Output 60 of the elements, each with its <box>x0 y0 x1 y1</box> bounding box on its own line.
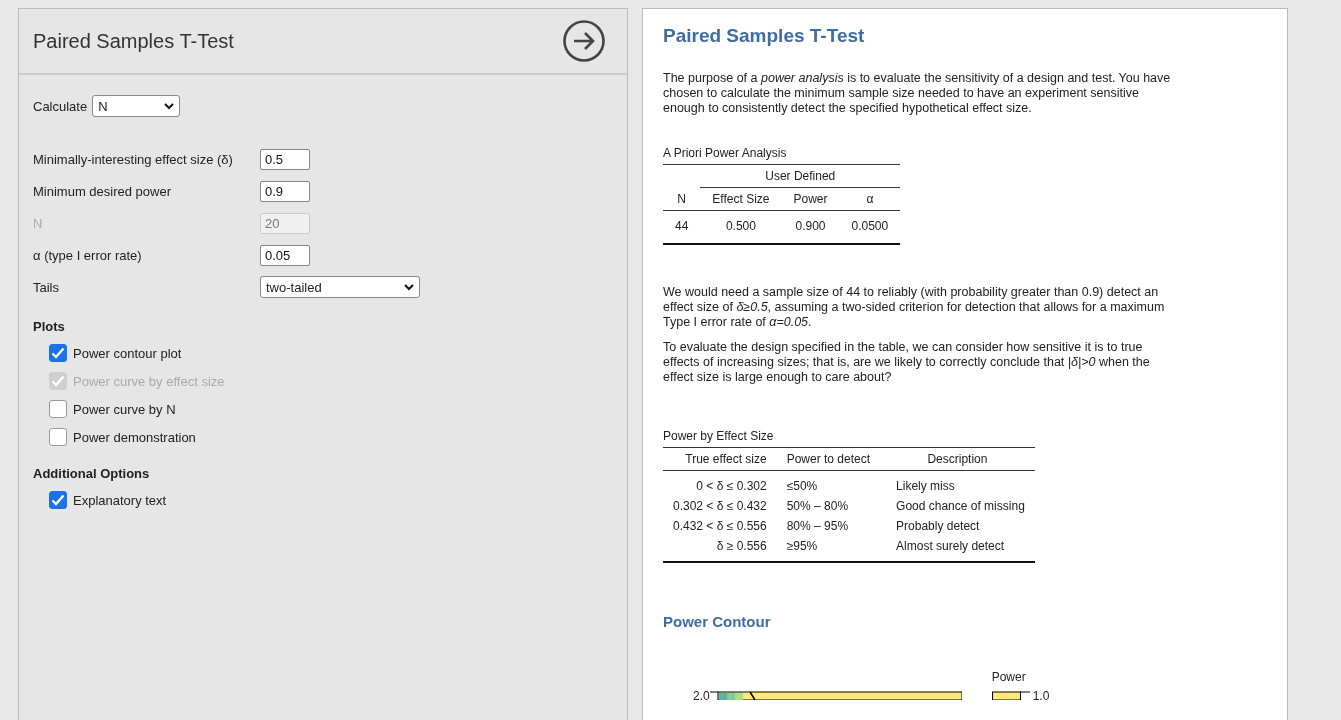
calculate-dropdown[interactable]: N <box>92 95 181 117</box>
column-header: N <box>663 187 701 211</box>
table-cell: Almost surely detect <box>880 536 1035 562</box>
table-cell-text: 0.432 < δ ≤ 0.556 <box>672 518 768 535</box>
column-header: True effect size <box>663 447 777 471</box>
table-cell-text: Probably detect <box>895 518 981 535</box>
field-label: Minimally-interesting effect size (δ) <box>33 151 234 167</box>
intro-paragraph: The purpose of a power analysis is to evaluate the sensitivity of a design and test. You have chosen to calculate the minimum sample size needed to have an experiment sensitive enough to consistently detect the specified hypothetical effect size. <box>663 71 1172 116</box>
table-cell: 0 < δ ≤ 0.302 <box>663 470 777 496</box>
input-field[interactable]: 0.05 <box>260 244 310 266</box>
section-heading: Additional Options <box>33 466 151 481</box>
section-title: Power Contour <box>663 613 772 630</box>
table-cell-text: 0.302 < δ ≤ 0.432 <box>672 498 768 515</box>
column-header: Description <box>880 447 1035 471</box>
calculate-label: Calculate <box>33 98 88 114</box>
column-header: Power <box>781 187 840 211</box>
table-cell: 0.900 <box>781 210 840 244</box>
checkbox[interactable] <box>49 428 67 446</box>
table-cell: 44 <box>663 210 701 244</box>
table-cell: ≤50% <box>776 470 881 496</box>
input-field[interactable]: 0.5 <box>260 148 310 170</box>
table-cell: δ ≥ 0.556 <box>663 536 777 562</box>
table-cell: ≥95% <box>776 536 881 562</box>
checkbox-label: Power curve by N <box>73 401 176 417</box>
checkbox[interactable] <box>49 491 67 509</box>
legend-title: Power <box>991 670 1026 684</box>
table-title: A Priori Power Analysis <box>663 146 788 160</box>
section-heading: Plots <box>33 319 66 334</box>
table-title: Power by Effect Size <box>663 429 775 443</box>
explanation-paragraph: To evaluate the design specified in the table, we can consider how sensitive it is to true effects of increasing sizes; that is, are we likely to correctly conclude that |δ|>0 when the effect size is large enough to care about? <box>663 340 1151 385</box>
column-header: Effect Size <box>700 187 782 211</box>
tails-dropdown[interactable]: two-tailed <box>260 276 420 298</box>
checkbox-label: Explanatory text <box>73 492 167 508</box>
column-group-header: User Defined <box>765 169 836 183</box>
checkbox[interactable] <box>49 344 67 362</box>
legend-tick-label: 1.0 <box>1032 689 1050 703</box>
checkbox-label: Power demonstration <box>73 429 196 445</box>
table-cell-text: 80% – 95% <box>785 518 850 535</box>
checkbox[interactable] <box>49 400 67 418</box>
field-label: N <box>33 215 44 231</box>
panel-title: Paired Samples T-Test <box>33 29 234 53</box>
table-cell-text: 50% – 80% <box>785 498 850 515</box>
results-title: Paired Samples T-Test <box>663 25 866 47</box>
axis-tick-label: 2.0 <box>693 689 710 703</box>
column-header: Power to detect <box>776 447 881 471</box>
column-header: α <box>839 187 901 211</box>
chevron-down-icon <box>404 283 414 291</box>
checkbox-label: Power curve by effect size <box>73 373 225 389</box>
table-cell: 0.0500 <box>839 210 901 244</box>
explanation-paragraph: We would need a sample size of 44 to reliably (with probability greater than 0.9) detect an effect size of δ≥0.5, assuming a two-sided criterion for detection that allows for a maximum Type I error rate of α=0.05. <box>663 285 1166 330</box>
input-field[interactable]: 0.9 <box>260 180 310 202</box>
field-label: α (type I error rate) <box>33 247 143 263</box>
tails-label: Tails <box>33 279 60 295</box>
field-label: Minimum desired power <box>33 183 172 199</box>
chevron-down-icon <box>164 102 175 110</box>
table-cell: Likely miss <box>880 470 1035 496</box>
checkbox-label: Power contour plot <box>73 345 182 361</box>
table-cell-text: Good chance of missing <box>895 498 1026 515</box>
table-cell: 0.500 <box>700 210 782 244</box>
arrow-right-circle-icon[interactable] <box>562 19 606 63</box>
